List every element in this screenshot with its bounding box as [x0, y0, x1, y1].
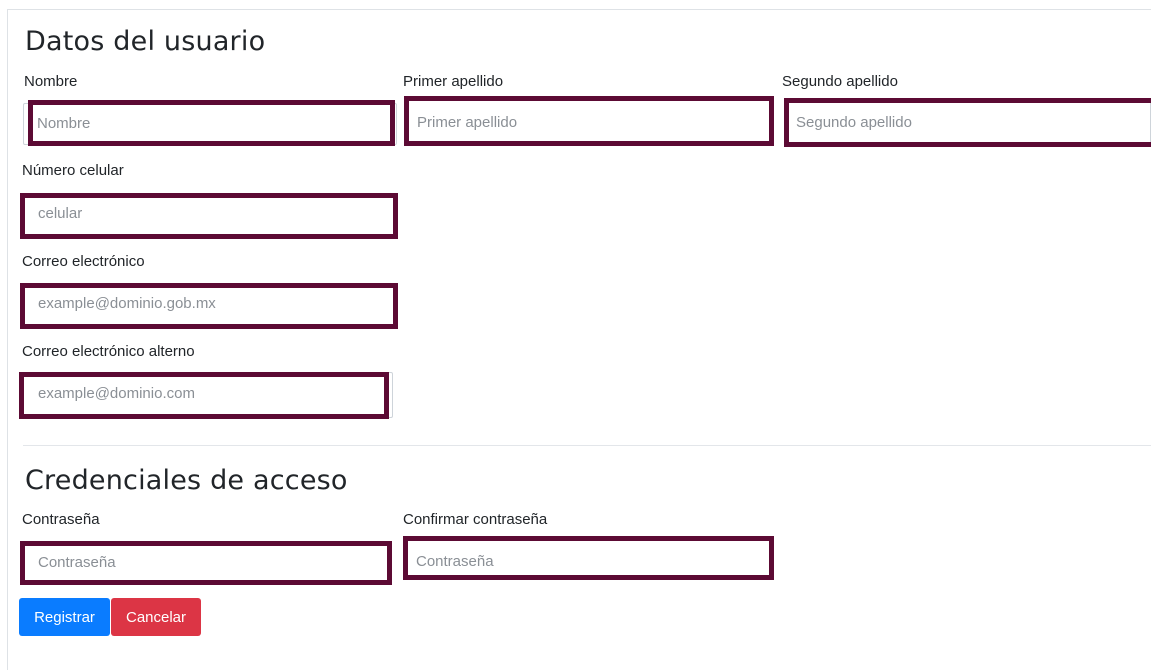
primer-apellido-placeholder: Primer apellido: [417, 114, 518, 131]
cancel-button[interactable]: Cancelar: [111, 598, 201, 636]
section-divider: [23, 445, 1151, 446]
contrasena-label: Contraseña: [22, 511, 100, 528]
celular-label: Número celular: [22, 162, 124, 179]
correo-alterno-placeholder: example@dominio.com: [38, 385, 195, 402]
celular-input[interactable]: celular: [20, 193, 398, 239]
nombre-placeholder: Nombre: [37, 115, 91, 132]
correo-label: Correo electrónico: [22, 253, 145, 270]
confirmar-placeholder: Contraseña: [416, 553, 494, 570]
correo-alterno-label: Correo electrónico alterno: [22, 343, 195, 360]
primer-apellido-input[interactable]: Primer apellido: [404, 100, 774, 146]
register-button[interactable]: Registrar: [19, 598, 110, 636]
segundo-apellido-placeholder: Segundo apellido: [796, 114, 912, 131]
contrasena-placeholder: Contraseña: [38, 554, 116, 571]
segundo-apellido-label: Segundo apellido: [782, 73, 898, 90]
confirmar-label: Confirmar contraseña: [403, 511, 548, 528]
nombre-label: Nombre: [24, 73, 78, 90]
celular-placeholder: celular: [38, 205, 83, 222]
user-data-title: Datos del usuario: [25, 26, 266, 57]
correo-placeholder: example@dominio.gob.mx: [38, 295, 216, 312]
correo-alterno-input[interactable]: example@dominio.com: [20, 372, 393, 418]
correo-input[interactable]: example@dominio.gob.mx: [20, 283, 398, 329]
nombre-input[interactable]: Nombre: [23, 103, 397, 145]
primer-apellido-label: Primer apellido: [403, 73, 504, 90]
contrasena-input[interactable]: Contraseña: [20, 541, 392, 585]
segundo-apellido-input[interactable]: Segundo apellido: [784, 100, 1151, 146]
credentials-title: Credenciales de acceso: [25, 465, 348, 496]
confirmar-input[interactable]: Contraseña: [403, 536, 774, 580]
